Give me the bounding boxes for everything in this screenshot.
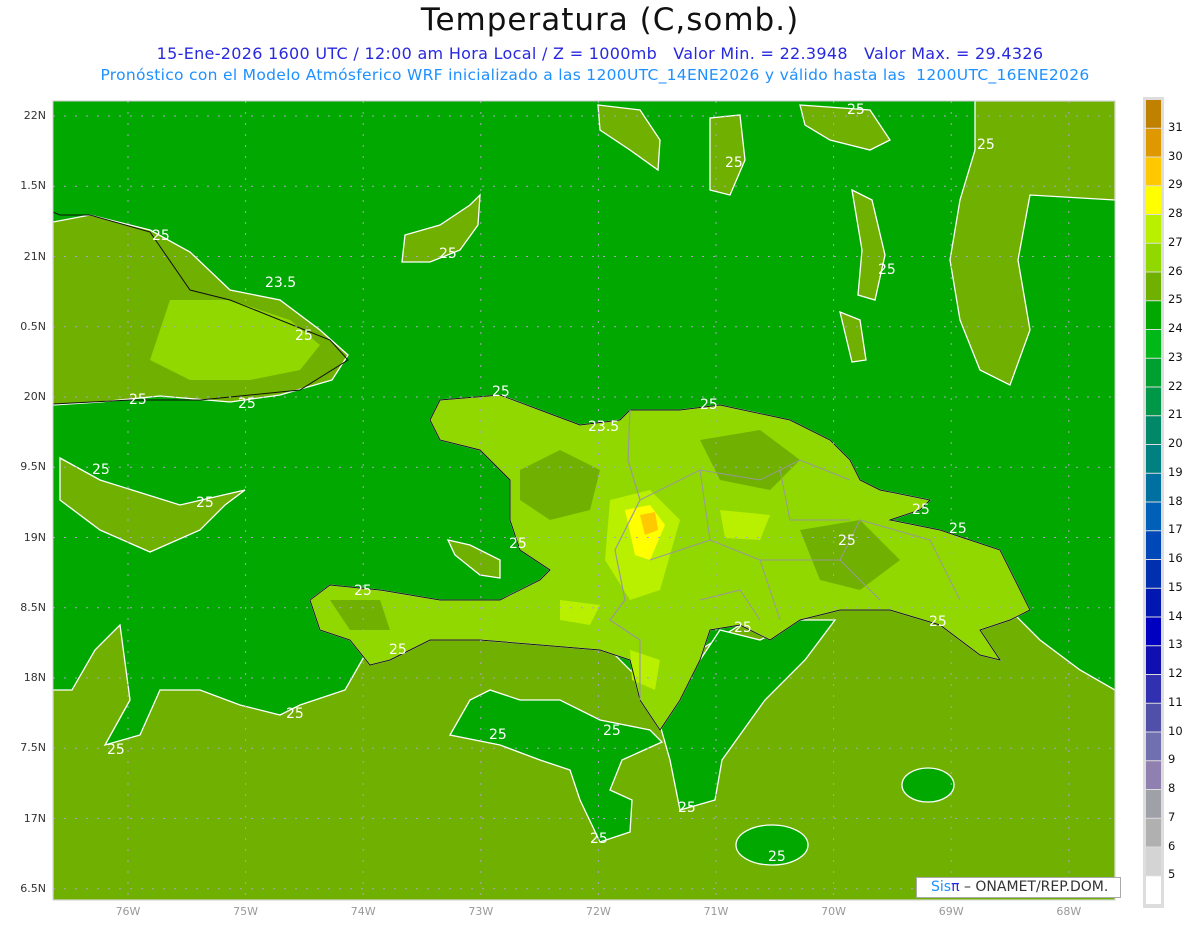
colorbar-swatch [1146,128,1161,157]
colorbar-swatch [1146,100,1161,128]
field-24-patch [735,824,809,866]
colorbar-swatch [1146,445,1161,473]
colorbar-swatch [1146,818,1161,847]
colorbar-swatch [1146,732,1161,761]
colorbar-swatch [1146,703,1161,732]
colorbar-swatch [1146,473,1161,502]
map-title: Temperatura (C,somb.) [420,2,800,38]
colorbar-swatch [1146,761,1161,789]
colorbar-swatch [1146,301,1161,329]
colorbar-swatch [1146,272,1161,301]
colorbar [1143,97,1164,908]
colorbar-swatch [1146,387,1161,416]
colorbar-swatch [1146,675,1161,703]
colorbar-swatch [1146,617,1161,646]
colorbar-swatch [1146,876,1161,904]
colorbar-swatch [1146,243,1161,272]
credit-sis: Sis [931,879,952,895]
credit-text: – ONAMET/REP.DOM. [959,879,1109,895]
colorbar-swatch [1146,358,1161,387]
colorbar-swatch [1146,416,1161,444]
colorbar-swatch [1146,847,1161,876]
credit-logo: Sisπ – ONAMET/REP.DOM. [916,877,1121,898]
colorbar-swatch [1146,588,1161,617]
colorbar-swatch [1146,330,1161,358]
colorbar-swatch [1146,502,1161,531]
colorbar-swatch [1146,790,1161,818]
colorbar-swatch [1146,186,1161,214]
forecast-time-and-range: 15-Ene-2026 1600 UTC / 12:00 am Hora Loc… [156,44,1044,63]
colorbar-swatch [1146,560,1161,588]
temperature-map [52,97,1164,908]
field-24-patch [901,767,955,803]
colorbar-swatch [1146,646,1161,674]
colorbar-swatch [1146,531,1161,559]
colorbar-swatch [1146,157,1161,186]
model-info: Pronóstico con el Modelo Atmósferico WRF… [100,66,1090,84]
credit-pi: π [951,879,960,895]
colorbar-swatch [1146,215,1161,243]
